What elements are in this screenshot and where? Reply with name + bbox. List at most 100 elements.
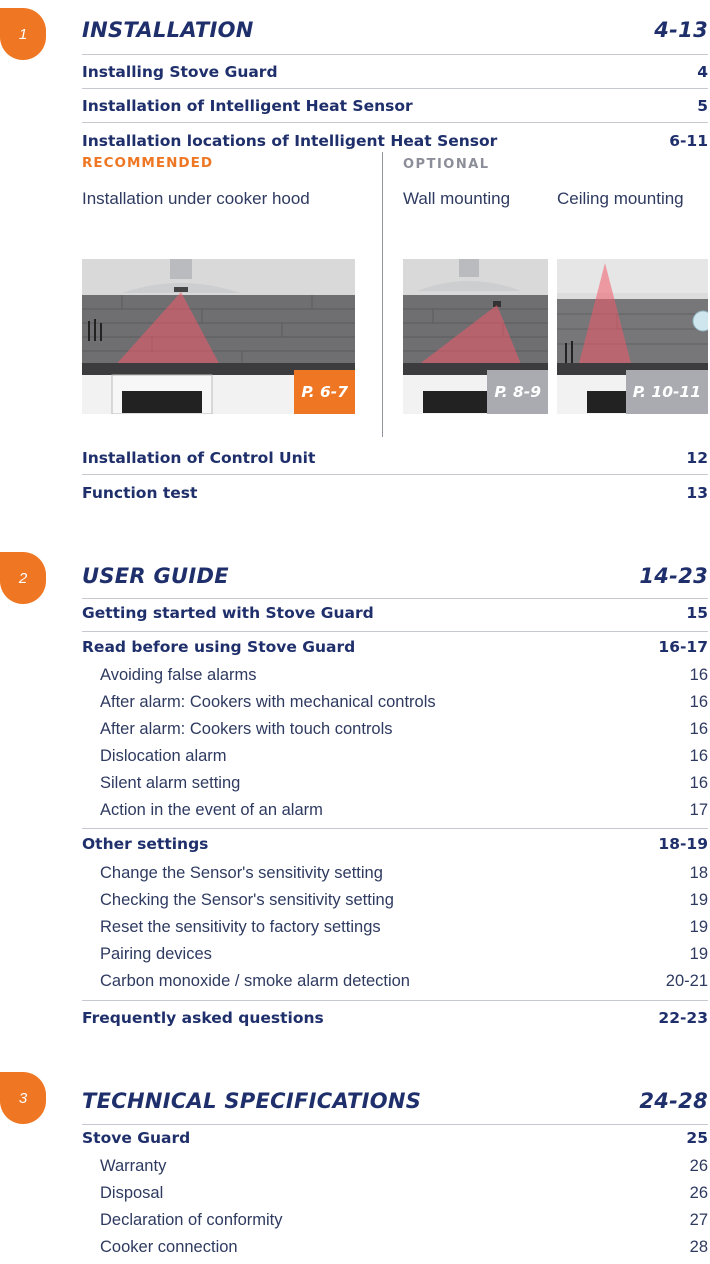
entry-label: Reset the sensitivity to factory setting… [100,918,381,936]
toc-subentry[interactable]: Avoiding false alarms 16 [100,666,708,685]
section-page-range: 4-13 [654,18,708,42]
entry-page: 19 [689,891,708,909]
under-hood-caption: Installation under cooker hood [82,189,310,208]
toc-entry[interactable]: Getting started with Stove Guard 15 [82,604,708,622]
entry-page: 6-11 [669,132,708,150]
toc-entry[interactable]: Installing Stove Guard 4 [82,63,708,81]
toc-subentry[interactable]: Declaration of conformity 27 [100,1211,708,1230]
toc-entry[interactable]: Installation of Intelligent Heat Sensor … [82,97,708,115]
toc-subentry[interactable]: Warranty 26 [100,1157,708,1176]
ceiling-caption: Ceiling mounting [557,189,684,208]
toc-subentry[interactable]: Silent alarm setting 16 [100,774,708,793]
divider [82,474,708,475]
toc-entry[interactable]: Read before using Stove Guard 16-17 [82,638,708,656]
entry-label: Stove Guard [82,1129,191,1147]
section-2-title[interactable]: USER GUIDE 14-23 [82,564,708,588]
divider [82,631,708,632]
entry-page: 12 [686,449,708,467]
entry-label: Installing Stove Guard [82,63,278,81]
section-title-text: TECHNICAL SPECIFICATIONS [82,1089,422,1113]
entry-label: Carbon monoxide / smoke alarm detection [100,972,410,990]
entry-label: Pairing devices [100,945,212,963]
entry-page: 27 [689,1211,708,1229]
entry-label: Disposal [100,1184,164,1202]
entry-label: Avoiding false alarms [100,666,257,684]
wall-caption: Wall mounting [403,189,511,208]
entry-label: Installation locations of Intelligent He… [82,132,498,150]
entry-page: 25 [686,1129,708,1147]
toc-entry[interactable]: Stove Guard 25 [82,1129,708,1147]
entry-label: Silent alarm setting [100,774,241,792]
entry-page: 28 [689,1238,708,1256]
page-tag: P. 6-7 [294,370,355,414]
section-title-text: INSTALLATION [82,18,254,42]
toc-entry[interactable]: Installation locations of Intelligent He… [82,132,708,150]
toc-subentry[interactable]: After alarm: Cookers with mechanical con… [100,693,708,712]
entry-page: 13 [686,484,708,502]
under-hood-image[interactable]: P. 6-7 [82,259,355,414]
entry-label: Frequently asked questions [82,1009,324,1027]
entry-page: 17 [689,801,708,819]
entry-label: Installation of Control Unit [82,449,316,467]
entry-label: Checking the Sensor's sensitivity settin… [100,891,394,909]
entry-label: Function test [82,484,198,502]
entry-page: 20-21 [665,972,708,990]
divider [82,54,708,55]
toc-entry[interactable]: Function test 13 [82,484,708,502]
section-1-badge: 1 [0,8,46,60]
toc-subentry[interactable]: Change the Sensor's sensitivity setting … [100,864,708,883]
toc-subentry[interactable]: Pairing devices 19 [100,945,708,964]
entry-page: 16 [689,774,708,792]
entry-page: 16 [689,693,708,711]
toc-entry[interactable]: Installation of Control Unit 12 [82,449,708,467]
entry-page: 26 [689,1184,708,1202]
toc-subentry[interactable]: Dislocation alarm 16 [100,747,708,766]
divider [82,1124,708,1125]
toc-subentry[interactable]: Checking the Sensor's sensitivity settin… [100,891,708,910]
entry-label: Getting started with Stove Guard [82,604,374,622]
entry-label: Other settings [82,835,209,853]
toc-subentry[interactable]: Carbon monoxide / smoke alarm detection … [100,972,708,991]
entry-page: 15 [686,604,708,622]
divider [82,828,708,829]
page-tag: P. 10-11 [625,370,708,414]
toc-subentry[interactable]: Reset the sensitivity to factory setting… [100,918,708,937]
entry-label: Warranty [100,1157,167,1175]
section-title-text: USER GUIDE [82,564,229,588]
section-1-title[interactable]: INSTALLATION 4-13 [82,18,708,42]
entry-label: After alarm: Cookers with mechanical con… [100,693,436,711]
ceiling-mounting-image[interactable]: P. 10-11 [557,259,708,414]
vertical-divider [382,152,383,437]
entry-page: 22-23 [658,1009,708,1027]
toc-subentry[interactable]: Action in the event of an alarm 17 [100,801,708,820]
entry-page: 4 [697,63,708,81]
divider [82,122,708,123]
section-page-range: 14-23 [639,564,708,588]
entry-page: 16 [689,666,708,684]
entry-label: Read before using Stove Guard [82,638,356,656]
entry-label: Cooker connection [100,1238,238,1256]
section-3-badge: 3 [0,1072,46,1124]
entry-page: 19 [689,918,708,936]
entry-label: Dislocation alarm [100,747,227,765]
divider [82,88,708,89]
toc-entry[interactable]: Other settings 18-19 [82,835,708,853]
toc-subentry[interactable]: Cooker connection 28 [100,1238,708,1257]
recommended-label: RECOMMENDED [82,155,214,171]
section-page-range: 24-28 [639,1089,708,1113]
divider [82,598,708,599]
entry-page: 5 [697,97,708,115]
entry-page: 16 [689,747,708,765]
section-3-title[interactable]: TECHNICAL SPECIFICATIONS 24-28 [82,1089,708,1113]
section-2-badge: 2 [0,552,46,604]
toc-subentry[interactable]: Disposal 26 [100,1184,708,1203]
entry-page: 16 [689,720,708,738]
toc-subentry[interactable]: After alarm: Cookers with touch controls… [100,720,708,739]
page-tag: P. 8-9 [487,370,548,414]
wall-mounting-image[interactable]: P. 8-9 [403,259,548,414]
entry-page: 18 [689,864,708,882]
toc-entry[interactable]: Frequently asked questions 22-23 [82,1009,708,1027]
divider [82,1000,708,1001]
entry-page: 18-19 [658,835,708,853]
entry-label: Installation of Intelligent Heat Sensor [82,97,413,115]
